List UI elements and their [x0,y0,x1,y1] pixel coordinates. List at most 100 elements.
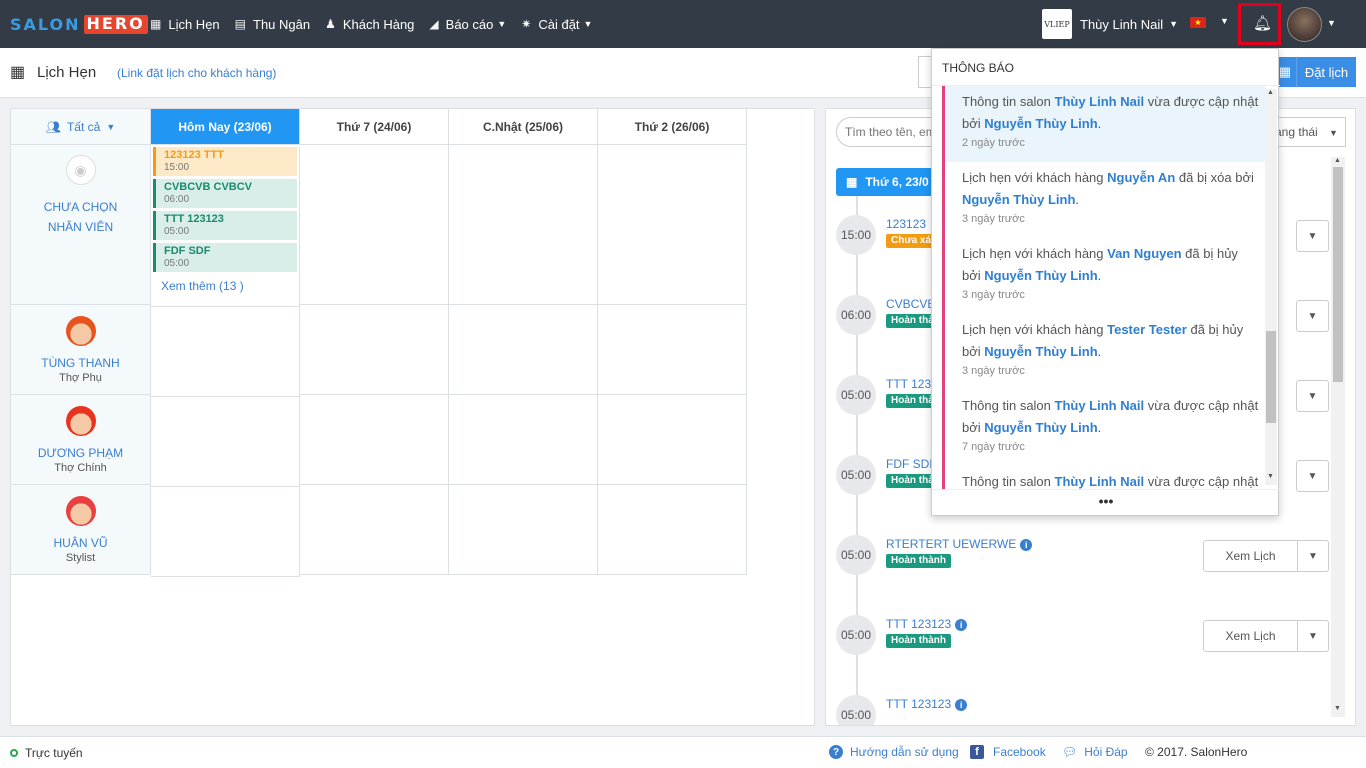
appointment-name[interactable]: TTT 123123 i [886,617,968,631]
info-icon[interactable]: i [1020,538,1033,551]
notification-item[interactable]: Thông tin salon Thùy Linh Nail vừa được … [942,86,1265,162]
notification-item[interactable]: Lịch hẹn với khách hàng Nguyễn An đã bị … [942,162,1265,238]
notification-actor[interactable]: Nguyễn Thùy Linh [984,116,1097,131]
chevron-down-icon[interactable]: ▼ [1298,541,1328,571]
calendar-cell[interactable] [598,485,747,575]
scrollbar-thumb[interactable] [1333,167,1343,382]
notification-actor[interactable]: Nguyễn Thùy Linh [984,268,1097,283]
calendar-cell[interactable] [151,487,300,577]
nav-item[interactable]: ▦ Lịch Hẹn [150,17,220,32]
faq-link[interactable]: 💬︎ Hỏi Đáp [1062,745,1128,759]
calendar-cell[interactable] [300,395,449,485]
notification-actor[interactable]: Nguyễn Thùy Linh [984,420,1097,435]
day-header[interactable]: C.Nhật (25/06) [449,109,598,145]
appointment-card[interactable]: CVBCVB CVBCV 06:00 [153,179,297,208]
notification-button[interactable]: 🔔︎ [1238,3,1281,45]
staff-row[interactable]: HUÂN VŨ Stylist [11,485,151,575]
nav-item[interactable]: ◢ Báo cáo ▼ [429,17,506,32]
user-avatar[interactable] [1287,7,1322,42]
appointment-card[interactable]: 123123 TTT 15:00 [153,147,297,176]
action-dropdown-button[interactable]: ▼ [1296,300,1329,332]
info-icon[interactable]: i [955,618,968,631]
chevron-down-icon: ▼ [1307,470,1318,482]
calendar-cell[interactable] [300,305,449,395]
calendar-cell[interactable] [300,145,449,305]
appointment-name[interactable]: CVBCVB [886,297,935,311]
calendar-cell[interactable] [300,485,449,575]
notification-item[interactable]: Thông tin salon Thùy Linh Nail vừa được … [942,466,1265,489]
notification-text: Lịch hẹn với khách hàng Nguyễn An đã bị … [962,167,1260,211]
facebook-link[interactable]: f Facebook [970,745,1046,759]
appointment-name[interactable]: TTT 123 [886,377,931,391]
staff-row[interactable]: TÙNG THANH Thợ Phụ [11,305,151,395]
user-icon: ♟ [325,17,336,31]
calendar-icon: ▦ [150,17,162,31]
salonhero-logo[interactable]: SALON HERO [10,15,148,34]
book-appointment-button[interactable]: Đặt lịch [1296,57,1356,87]
chevron-down-icon[interactable]: ▼ [1298,621,1328,651]
booking-link[interactable]: (Link đặt lịch cho khách hàng) [117,66,276,80]
more-notifications-button[interactable]: ••• [932,489,1280,516]
notification-item[interactable]: Lịch hẹn với khách hàng Van Nguyen đã bị… [942,238,1265,314]
see-more-link[interactable]: Xem thêm (13 ) [161,279,299,293]
calendar-cell[interactable] [449,395,598,485]
appointment-name[interactable]: FDF SDF [886,457,937,471]
view-schedule-button[interactable]: Xem Lịch ▼ [1203,620,1329,652]
day-header[interactable]: Thứ 2 (26/06) [598,109,747,145]
notification-item[interactable]: Thông tin salon Thùy Linh Nail vừa được … [942,390,1265,466]
notification-subject[interactable]: Thùy Linh Nail [1055,474,1145,489]
scrollbar-thumb[interactable] [1266,331,1276,423]
appointment-name[interactable]: TTT 123123 i [886,697,968,711]
appointment-card[interactable]: TTT 123123 05:00 [153,211,297,240]
action-dropdown-button[interactable]: ▼ [1296,460,1329,492]
action-dropdown-button[interactable]: ▼ [1296,380,1329,412]
notification-subject[interactable]: Nguyễn An [1107,170,1175,185]
appointment-name[interactable]: 123123 [886,217,926,231]
notification-subject[interactable]: Tester Tester [1107,322,1187,337]
notification-subject[interactable]: Thùy Linh Nail [1055,398,1145,413]
appointment-name[interactable]: RTERTERT UEWERWE i [886,537,1033,551]
notification-scrollbar[interactable]: ▲ ▼ [1265,89,1277,485]
day-header[interactable]: Thứ 7 (24/06) [300,109,449,145]
notification-item[interactable]: Lịch hẹn với khách hàng Tester Tester đã… [942,314,1265,390]
chevron-down-icon[interactable]: ▼ [1327,18,1336,28]
scroll-up-arrow-icon[interactable]: ▲ [1334,157,1341,164]
user-guide-link[interactable]: ? Hướng dẫn sử dụng [829,745,959,759]
calendar-cell[interactable] [151,307,300,397]
user-guide-label: Hướng dẫn sử dụng [850,745,959,759]
salon-switcher[interactable]: VLIEP Thùy Linh Nail ▼ [1042,9,1178,39]
scroll-up-arrow-icon[interactable]: ▲ [1267,89,1274,96]
staff-row[interactable]: ◉ CHƯA CHỌN NHÂN VIÊN [11,145,151,305]
nav-item[interactable]: ✷ Cài đặt ▼ [521,17,592,32]
nav-item[interactable]: ♟ Khách Hàng [325,17,414,32]
search-input[interactable] [836,117,946,147]
calendar-cell[interactable]: 123123 TTT 15:00 CVBCVB CVBCV 06:00 TTT 1231… [151,147,300,307]
scroll-down-arrow-icon[interactable]: ▼ [1267,473,1274,480]
calendar-cell[interactable] [598,395,747,485]
list-scrollbar[interactable]: ▲ ▼ [1331,157,1345,717]
staff-filter[interactable]: 👥︎ Tất cả ▼ [11,109,151,145]
info-icon[interactable]: i [955,698,968,711]
chevron-down-icon: ▼ [1307,230,1318,242]
action-dropdown-button[interactable]: ▼ [1296,220,1329,252]
appointment-card[interactable]: FDF SDF 05:00 [153,243,297,272]
calendar-cell[interactable] [449,305,598,395]
vietnam-flag-icon[interactable]: ★ [1190,17,1206,28]
scroll-down-arrow-icon[interactable]: ▼ [1334,705,1341,712]
calendar-cell[interactable] [598,145,747,305]
notification-subject[interactable]: Thùy Linh Nail [1055,94,1145,109]
staff-row[interactable]: DƯƠNG PHẠM Thợ Chính [11,395,151,485]
notification-actor[interactable]: Nguyễn Thùy Linh [984,344,1097,359]
calendar-cell[interactable] [151,397,300,487]
notification-actor[interactable]: Nguyễn Thùy Linh [962,192,1075,207]
notification-dropdown: THÔNG BÁO Thông tin salon Thùy Linh Nail… [931,48,1280,516]
calendar-cell[interactable] [449,485,598,575]
chevron-down-icon[interactable]: ▼ [1220,16,1229,26]
notification-subject[interactable]: Van Nguyen [1107,246,1181,261]
nav-item[interactable]: ▤ Thu Ngân [235,17,310,32]
calendar-icon: ▦ [846,175,858,189]
calendar-cell[interactable] [598,305,747,395]
view-schedule-button[interactable]: Xem Lịch ▼ [1203,540,1329,572]
calendar-cell[interactable] [449,145,598,305]
day-header-today[interactable]: Hôm Nay (23/06) [151,109,300,145]
